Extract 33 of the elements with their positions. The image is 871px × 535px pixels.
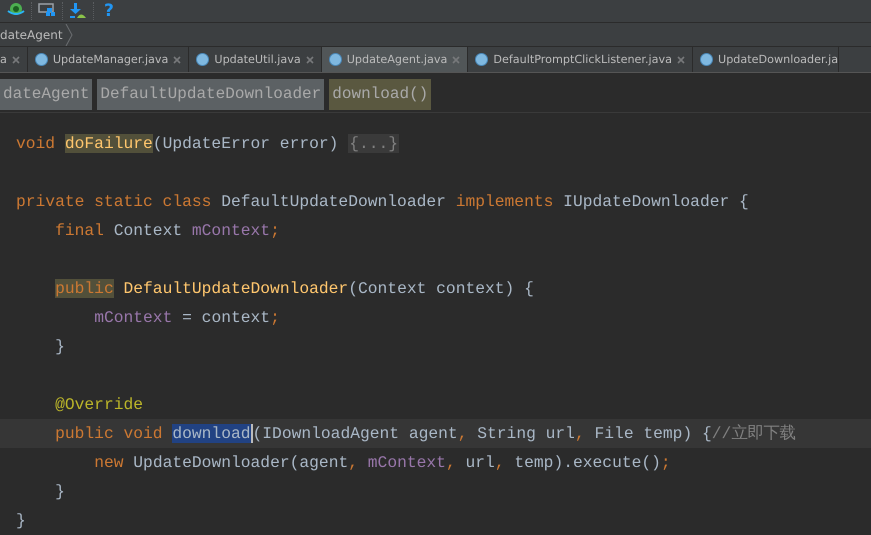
editor-tab[interactable]: UpdateAgent.java <box>322 47 468 72</box>
close-icon[interactable] <box>12 56 20 64</box>
editor-tab[interactable]: UpdateDownloader.ja <box>693 47 840 72</box>
close-icon[interactable] <box>452 56 460 64</box>
editor-tab[interactable]: UpdateManager.java <box>28 47 190 72</box>
close-icon[interactable] <box>306 56 314 64</box>
editor-tab[interactable]: DefaultPromptClickListener.java <box>468 47 693 72</box>
code-line: new UpdateDownloader(agent, mContext, url, temp).execute(); <box>94 453 671 472</box>
class-icon <box>34 53 48 66</box>
window-icon[interactable] <box>38 3 56 19</box>
code-line: } <box>16 511 26 530</box>
help-button[interactable]: ? <box>100 2 118 20</box>
code-line: void doFailure(UpdateError error) {...} <box>16 134 400 153</box>
close-icon[interactable] <box>677 56 685 64</box>
class-icon <box>475 53 488 66</box>
class-icon <box>328 53 342 66</box>
editor-tab[interactable]: UpdateUtil.java <box>189 47 322 72</box>
code-line: private static class DefaultUpdateDownloader implements IUpdateDownloader { <box>16 192 749 211</box>
code-line: } <box>55 482 65 501</box>
close-icon[interactable] <box>173 56 182 64</box>
class-icon <box>196 53 210 66</box>
class-icon <box>700 53 713 66</box>
code-line: mContext = context; <box>94 308 280 327</box>
code-line: public void download(IDownloadAgent agent, String url, File temp) {//立即下载 <box>55 424 796 443</box>
breadcrumb-item[interactable]: dateAgent <box>0 28 63 42</box>
download-icon[interactable] <box>69 3 87 19</box>
code-line: public DefaultUpdateDownloader(Context context) { <box>55 279 534 298</box>
code-line: } <box>55 337 65 356</box>
editor-tab[interactable]: a <box>0 47 28 72</box>
code-line: @Override <box>55 395 144 414</box>
code-line: final Context mContext; <box>55 221 280 240</box>
structure-crumb[interactable]: download() <box>329 79 432 110</box>
chevron-icon <box>64 24 73 46</box>
